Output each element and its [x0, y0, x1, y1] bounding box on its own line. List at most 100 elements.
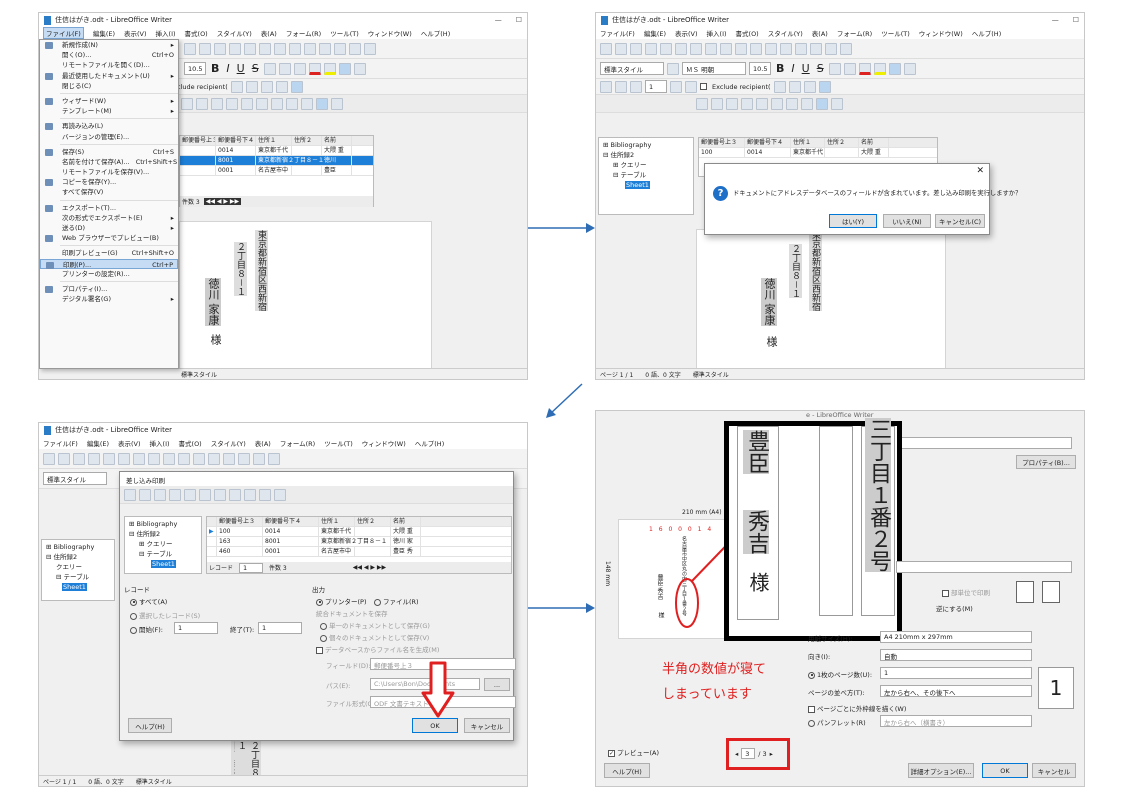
menu-help[interactable]: ヘルプ(H)	[972, 28, 1001, 38]
preview-icon[interactable]	[675, 42, 687, 55]
grid-header[interactable]: 郵便番号下４	[216, 136, 256, 145]
table-row[interactable]: 460 0001 名古屋市中 豊臣 秀	[207, 547, 511, 557]
from-radio[interactable]: 開始(F):	[130, 624, 163, 634]
close-icon[interactable]: ✕	[976, 166, 984, 176]
help-button[interactable]: ヘルプ(H)	[604, 763, 650, 778]
grid-header[interactable]: 郵便番号上３	[217, 517, 263, 526]
find-record-icon[interactable]	[184, 488, 196, 501]
prev-page-icon[interactable]: ◂	[735, 750, 738, 758]
cut-icon[interactable]	[118, 452, 130, 465]
cut-icon[interactable]	[124, 488, 136, 501]
align-center-icon[interactable]	[353, 62, 366, 75]
from-input[interactable]: 1	[174, 622, 218, 634]
pages-per-sheet-radio[interactable]: 1枚のページ数(U):	[808, 669, 872, 679]
undo-icon[interactable]	[750, 42, 762, 55]
textbox-icon[interactable]	[364, 42, 376, 55]
table-row[interactable]: 100 0014 東京都千代 大隈 重	[699, 148, 937, 158]
record-number-input[interactable]: 1	[645, 80, 667, 93]
refresh-icon[interactable]	[711, 97, 723, 110]
exclude-checkbox[interactable]	[700, 83, 707, 90]
grid-header[interactable]: 名前	[859, 138, 889, 147]
clear-filter-icon[interactable]	[331, 97, 343, 110]
layout-select[interactable]	[896, 561, 1072, 573]
menu-help[interactable]: ヘルプ(H)	[415, 438, 444, 448]
grid-header[interactable]: 住所２	[292, 136, 322, 145]
spelling-icon[interactable]	[223, 452, 235, 465]
file-radio[interactable]: ファイル(R)	[374, 596, 419, 606]
new-icon[interactable]	[43, 452, 55, 465]
brochure-radio[interactable]: パンフレット(R)	[808, 717, 866, 727]
menu-view[interactable]: 表示(V)	[675, 28, 698, 38]
tree-item[interactable]: ⊟ 住所録2	[603, 150, 689, 160]
menu-table[interactable]: 表(A)	[812, 28, 828, 38]
spelling-icon[interactable]	[289, 42, 301, 55]
menu-help[interactable]: ヘルプ(H)	[421, 28, 450, 38]
table-icon[interactable]	[238, 452, 250, 465]
italic-button[interactable]: I	[224, 62, 231, 75]
italic-button[interactable]: I	[789, 62, 796, 75]
page-input[interactable]: 3	[741, 748, 756, 759]
clone-icon[interactable]	[229, 42, 241, 55]
autofilter-icon[interactable]	[244, 488, 256, 501]
grid-header[interactable]: 郵便番号下４	[263, 517, 319, 526]
print-icon[interactable]	[103, 452, 115, 465]
tree-item[interactable]: Sheet1	[129, 559, 197, 569]
sort-asc-icon[interactable]	[211, 97, 223, 110]
print-merged-icon[interactable]	[803, 80, 816, 93]
cancel-button[interactable]: キャンセル	[464, 718, 510, 733]
data-to-text-icon[interactable]	[786, 97, 798, 110]
tree-item[interactable]: Sheet1	[46, 582, 110, 592]
send-email-icon[interactable]	[275, 80, 288, 93]
menu-window[interactable]: ウィンドウ(W)	[368, 28, 412, 38]
ok-button[interactable]: OK	[412, 718, 458, 733]
maximize-icon[interactable]: ☐	[516, 16, 522, 24]
clone-icon[interactable]	[163, 452, 175, 465]
table-icon[interactable]	[319, 42, 331, 55]
font-color-icon[interactable]	[858, 62, 871, 75]
align-center-icon[interactable]	[903, 62, 916, 75]
file-menu-item[interactable]: 名前を付けて保存(A)... Ctrl+Shift+S	[40, 157, 178, 167]
record-nav-icon[interactable]: ◀◀ ◀ ▶ ▶▶	[203, 198, 242, 205]
file-menu-item[interactable]: 再読み込み(L)	[40, 121, 178, 131]
menu-edit[interactable]: 編集(E)	[644, 28, 666, 38]
menu-styles[interactable]: スタイル(Y)	[211, 438, 246, 448]
menu-tools[interactable]: ツール(T)	[881, 28, 910, 38]
record-nav-icon[interactable]: ◀◀ ◀ ▶ ▶▶	[353, 564, 386, 571]
strikethrough-button[interactable]: S	[815, 62, 826, 75]
highlight-icon[interactable]	[873, 62, 886, 75]
tree-item[interactable]: ⊟ テーブル	[129, 549, 197, 559]
border-checkbox[interactable]: ページごとに外枠線を描く(W)	[808, 703, 906, 713]
style-update-icon[interactable]	[667, 62, 679, 75]
grid-header[interactable]: 郵便番号上３	[180, 136, 216, 145]
grid-header[interactable]: 住所２	[825, 138, 859, 147]
superscript-icon[interactable]	[828, 62, 841, 75]
clone-icon[interactable]	[735, 42, 747, 55]
record-input[interactable]: 1	[239, 562, 264, 573]
find-icon[interactable]	[208, 452, 220, 465]
image-icon[interactable]	[253, 452, 265, 465]
yes-button[interactable]: はい(Y)	[829, 214, 877, 228]
all-radio[interactable]: すべて(A)	[130, 596, 167, 606]
preview-checkbox[interactable]: ✓ プレビュー(A)	[608, 747, 659, 757]
refresh-icon[interactable]	[196, 97, 208, 110]
menu-format[interactable]: 書式(O)	[185, 28, 208, 38]
menu-table[interactable]: 表(A)	[255, 438, 271, 448]
open-icon[interactable]	[58, 452, 70, 465]
spelling-icon[interactable]	[795, 42, 807, 55]
page-nav[interactable]: ◂ 3 / 3 ▸	[735, 748, 773, 759]
paragraph-style-select[interactable]: 標準スタイル	[43, 472, 107, 485]
menu-file[interactable]: ファイル(F)	[600, 28, 635, 38]
menu-window[interactable]: ウィンドウ(W)	[919, 28, 963, 38]
find-record-icon[interactable]	[181, 97, 193, 110]
highlight-icon[interactable]	[323, 62, 336, 75]
print-icon[interactable]	[660, 42, 672, 55]
gen-name-checkbox[interactable]: データベースからファイル名を生成(M)	[316, 644, 439, 654]
copy-icon[interactable]	[705, 42, 717, 55]
tree-item[interactable]: Sheet1	[603, 180, 689, 190]
font-color-icon[interactable]	[308, 62, 321, 75]
grid-header[interactable]: 住所１	[791, 138, 825, 147]
exclude-recipient-checkbox[interactable]: clude recipient(	[177, 83, 228, 91]
save-merged-icon[interactable]	[245, 80, 258, 93]
grid-header[interactable]: 住所２	[355, 517, 391, 526]
refresh-icon[interactable]	[199, 488, 211, 501]
